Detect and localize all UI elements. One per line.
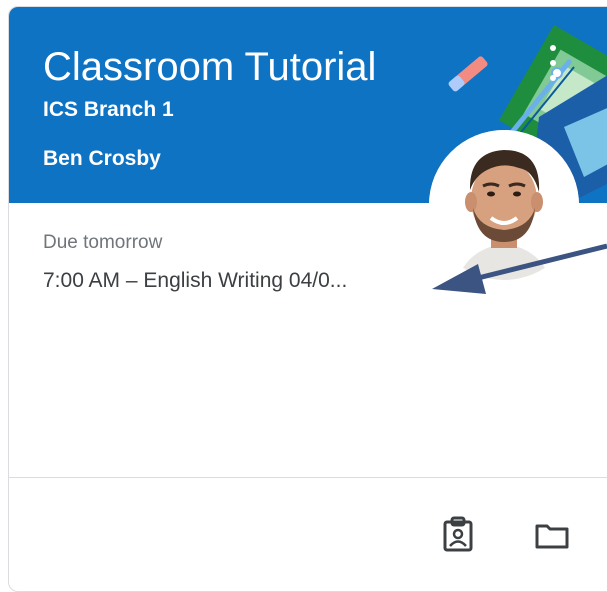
due-assignment-link[interactable]: 7:00 AM – English Writing 04/0... (43, 269, 347, 293)
assignment-portfolio-icon[interactable] (437, 514, 479, 556)
teacher-avatar-image (429, 130, 579, 280)
teacher-avatar[interactable] (429, 130, 579, 280)
class-section: ICS Branch 1 (43, 98, 174, 121)
class-card[interactable]: Classroom Tutorial ICS Branch 1 Ben Cros… (8, 6, 607, 592)
class-title[interactable]: Classroom Tutorial (43, 41, 376, 93)
due-label: Due tomorrow (43, 232, 163, 253)
class-card-footer (9, 477, 607, 591)
folder-icon[interactable] (531, 514, 573, 556)
more-vert-icon[interactable] (539, 35, 567, 91)
teacher-name: Ben Crosby (43, 147, 161, 170)
